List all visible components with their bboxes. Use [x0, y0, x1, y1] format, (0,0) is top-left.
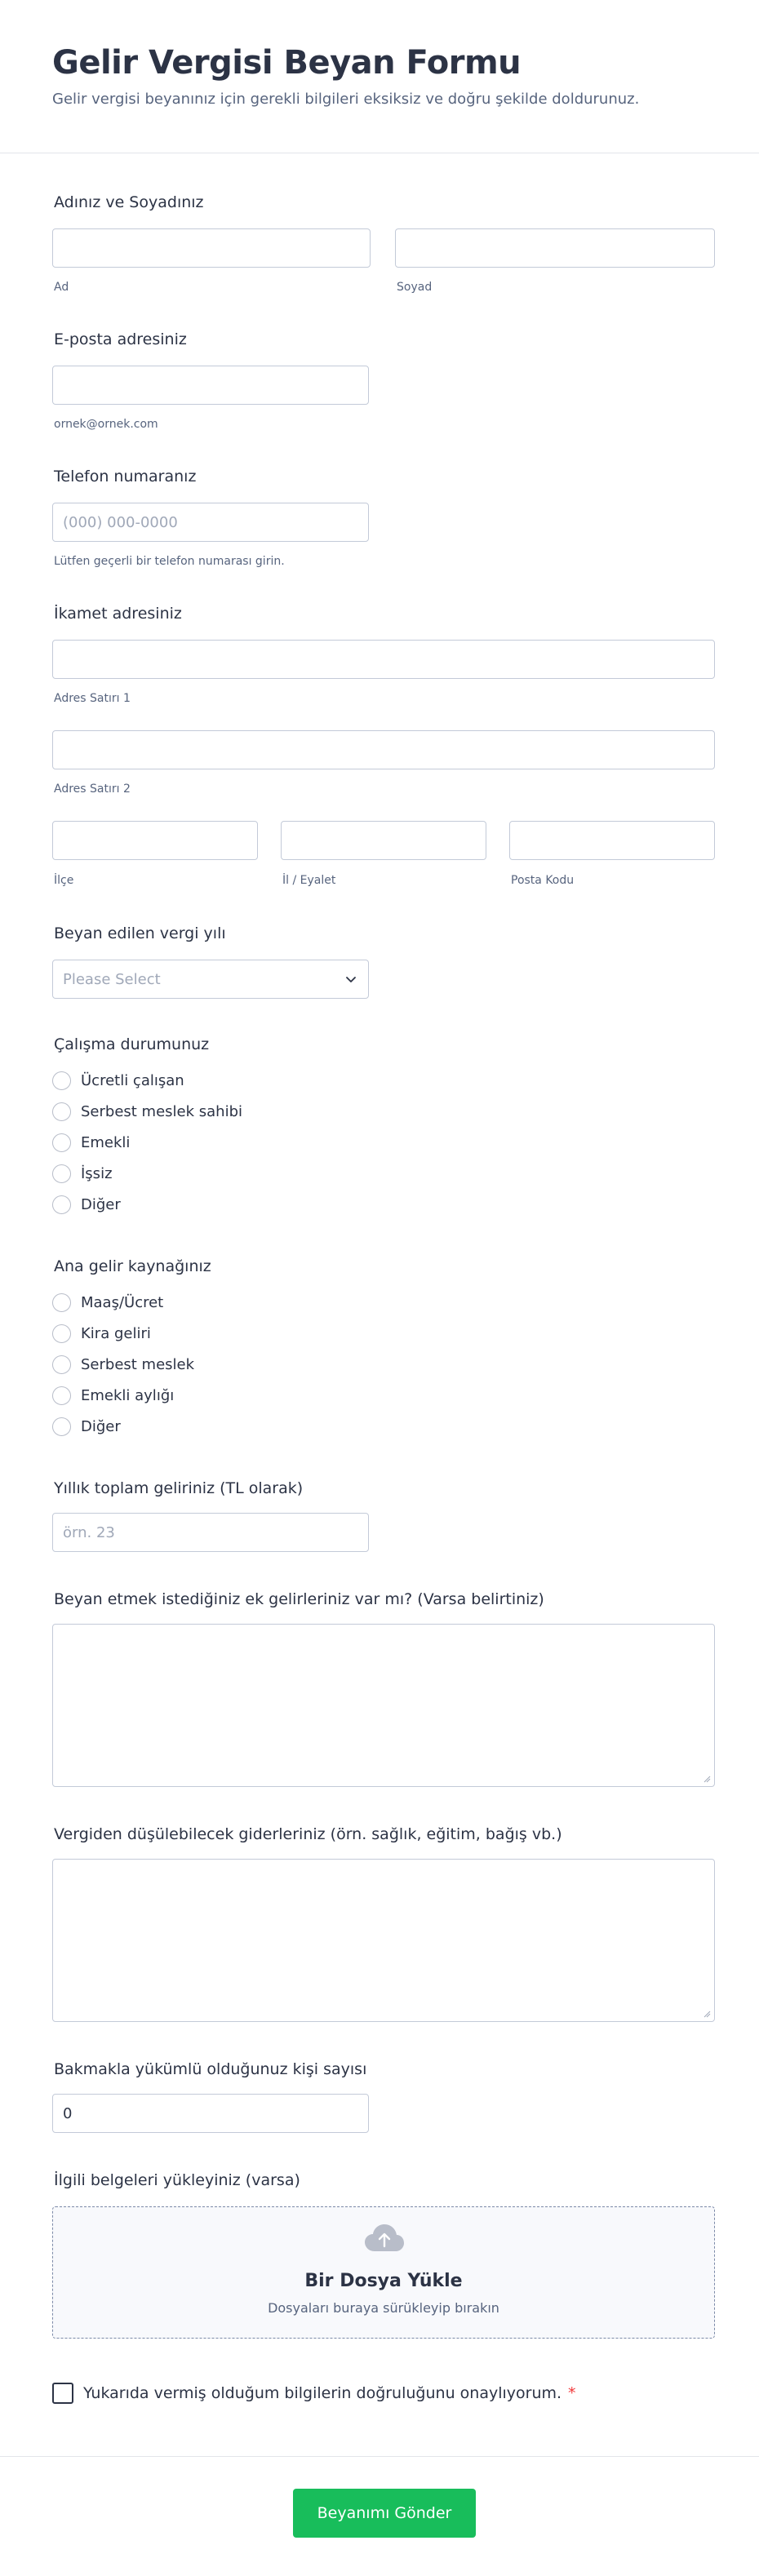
dependents-input[interactable]: 0 — [52, 2094, 369, 2133]
province-sublabel: İl / Eyalet — [282, 874, 336, 887]
radio-label: Diğer — [81, 1195, 121, 1213]
upload-subtitle: Dosyaları buraya sürükleyip bırakın — [268, 2300, 499, 2316]
postal-code-input[interactable] — [509, 821, 715, 860]
address-line2-sublabel: Adres Satırı 2 — [54, 783, 131, 796]
phone-input[interactable]: (000) 000-0000 — [52, 503, 369, 542]
resize-handle-icon[interactable] — [704, 1776, 711, 1783]
employment-option-2[interactable]: Serbest meslek sahibi — [52, 1100, 242, 1123]
employment-option-3[interactable]: Emekli — [52, 1131, 130, 1154]
employment-option-5[interactable]: Diğer — [52, 1193, 121, 1216]
name-label: Adınız ve Soyadınız — [54, 193, 204, 211]
phone-sublabel: Lütfen geçerli bir telefon numarası giri… — [54, 555, 285, 568]
first-name-sublabel: Ad — [54, 281, 69, 294]
form-title: Gelir Vergisi Beyan Formu — [52, 44, 522, 82]
income-source-label: Ana gelir kaynağınız — [54, 1257, 211, 1275]
form-page: Gelir Vergisi Beyan Formu Gelir vergisi … — [0, 0, 759, 2576]
radio-circle[interactable] — [52, 1355, 71, 1374]
postal-code-sublabel: Posta Kodu — [511, 874, 575, 887]
income-source-option-5[interactable]: Diğer — [52, 1415, 121, 1438]
resize-handle-icon[interactable] — [704, 2011, 711, 2018]
required-mark: * — [568, 2384, 576, 2402]
income-source-option-1[interactable]: Maaş/Ücret — [52, 1291, 163, 1314]
radio-circle[interactable] — [52, 1386, 71, 1405]
income-source-option-2[interactable]: Kira geliri — [52, 1322, 151, 1345]
tax-year-label: Beyan edilen vergi yılı — [54, 924, 226, 942]
submit-button[interactable]: Beyanımı Gönder — [293, 2489, 476, 2538]
annual-income-label: Yıllık toplam geliriniz (TL olarak) — [54, 1479, 304, 1497]
radio-circle[interactable] — [52, 1164, 71, 1183]
dependents-value: 0 — [63, 2104, 73, 2122]
phone-placeholder: (000) 000-0000 — [63, 513, 178, 531]
province-input[interactable] — [281, 821, 486, 860]
email-input[interactable] — [52, 366, 369, 405]
radio-label: Diğer — [81, 1417, 121, 1435]
annual-income-placeholder: örn. 23 — [63, 1523, 115, 1541]
first-name-input[interactable] — [52, 228, 371, 268]
district-input[interactable] — [52, 821, 258, 860]
radio-label: Kira geliri — [81, 1324, 151, 1342]
annual-income-input[interactable]: örn. 23 — [52, 1513, 369, 1552]
address-line1-input[interactable] — [52, 640, 715, 679]
radio-label: Emekli aylığı — [81, 1386, 175, 1404]
file-upload-dropzone[interactable]: Bir Dosya Yükle Dosyaları buraya sürükle… — [52, 2206, 715, 2339]
tax-year-select[interactable]: Please Select — [52, 960, 369, 999]
radio-label: Serbest meslek sahibi — [81, 1102, 243, 1120]
address-line2-input[interactable] — [52, 730, 715, 769]
address-line1-sublabel: Adres Satırı 1 — [54, 692, 131, 705]
consent-row[interactable]: Yukarıda vermiş olduğum bilgilerin doğru… — [52, 2383, 576, 2404]
footer-divider — [0, 2456, 759, 2457]
radio-circle[interactable] — [52, 1071, 71, 1090]
employment-option-1[interactable]: Ücretli çalışan — [52, 1069, 184, 1092]
upload-title: Bir Dosya Yükle — [304, 2271, 463, 2291]
radio-circle[interactable] — [52, 1195, 71, 1214]
employment-option-4[interactable]: İşsiz — [52, 1162, 113, 1185]
income-source-option-3[interactable]: Serbest meslek — [52, 1353, 194, 1376]
consent-checkbox[interactable] — [52, 2383, 73, 2404]
cloud-upload-icon — [365, 2224, 404, 2251]
consent-label: Yukarıda vermiş olduğum bilgilerin doğru… — [83, 2384, 562, 2402]
phone-label: Telefon numaranız — [54, 468, 197, 485]
radio-label: İşsiz — [81, 1164, 113, 1182]
radio-label: Emekli — [81, 1133, 131, 1151]
email-label: E-posta adresiniz — [54, 330, 187, 348]
chevron-down-icon — [346, 977, 356, 982]
tax-year-placeholder: Please Select — [63, 970, 161, 988]
radio-circle[interactable] — [52, 1133, 71, 1152]
radio-label: Maaş/Ücret — [81, 1293, 164, 1311]
radio-circle[interactable] — [52, 1417, 71, 1436]
radio-circle[interactable] — [52, 1102, 71, 1121]
radio-circle[interactable] — [52, 1323, 71, 1343]
dependents-label: Bakmakla yükümlü olduğunuz kişi sayısı — [54, 2060, 367, 2078]
income-source-option-4[interactable]: Emekli aylığı — [52, 1384, 174, 1407]
deductions-textarea[interactable] — [52, 1859, 715, 2022]
radio-label: Serbest meslek — [81, 1355, 195, 1373]
form-header: Gelir Vergisi Beyan Formu Gelir vergisi … — [0, 0, 759, 153]
last-name-input[interactable] — [395, 228, 715, 268]
employment-label: Çalışma durumunuz — [54, 1035, 210, 1053]
last-name-sublabel: Soyad — [397, 281, 433, 294]
extra-income-label: Beyan etmek istediğiniz ek gelirleriniz … — [54, 1590, 544, 1608]
extra-income-textarea[interactable] — [52, 1624, 715, 1787]
radio-label: Ücretli çalışan — [81, 1071, 184, 1089]
address-label: İkamet adresiniz — [54, 605, 182, 623]
deductions-label: Vergiden düşülebilecek giderleriniz (örn… — [54, 1825, 562, 1843]
radio-circle[interactable] — [52, 1292, 71, 1312]
upload-label: İlgili belgeleri yükleyiniz (varsa) — [54, 2171, 300, 2189]
form-description: Gelir vergisi beyanınız için gerekli bil… — [52, 91, 640, 108]
email-sublabel: ornek@ornek.com — [54, 418, 158, 431]
district-sublabel: İlçe — [54, 874, 74, 887]
